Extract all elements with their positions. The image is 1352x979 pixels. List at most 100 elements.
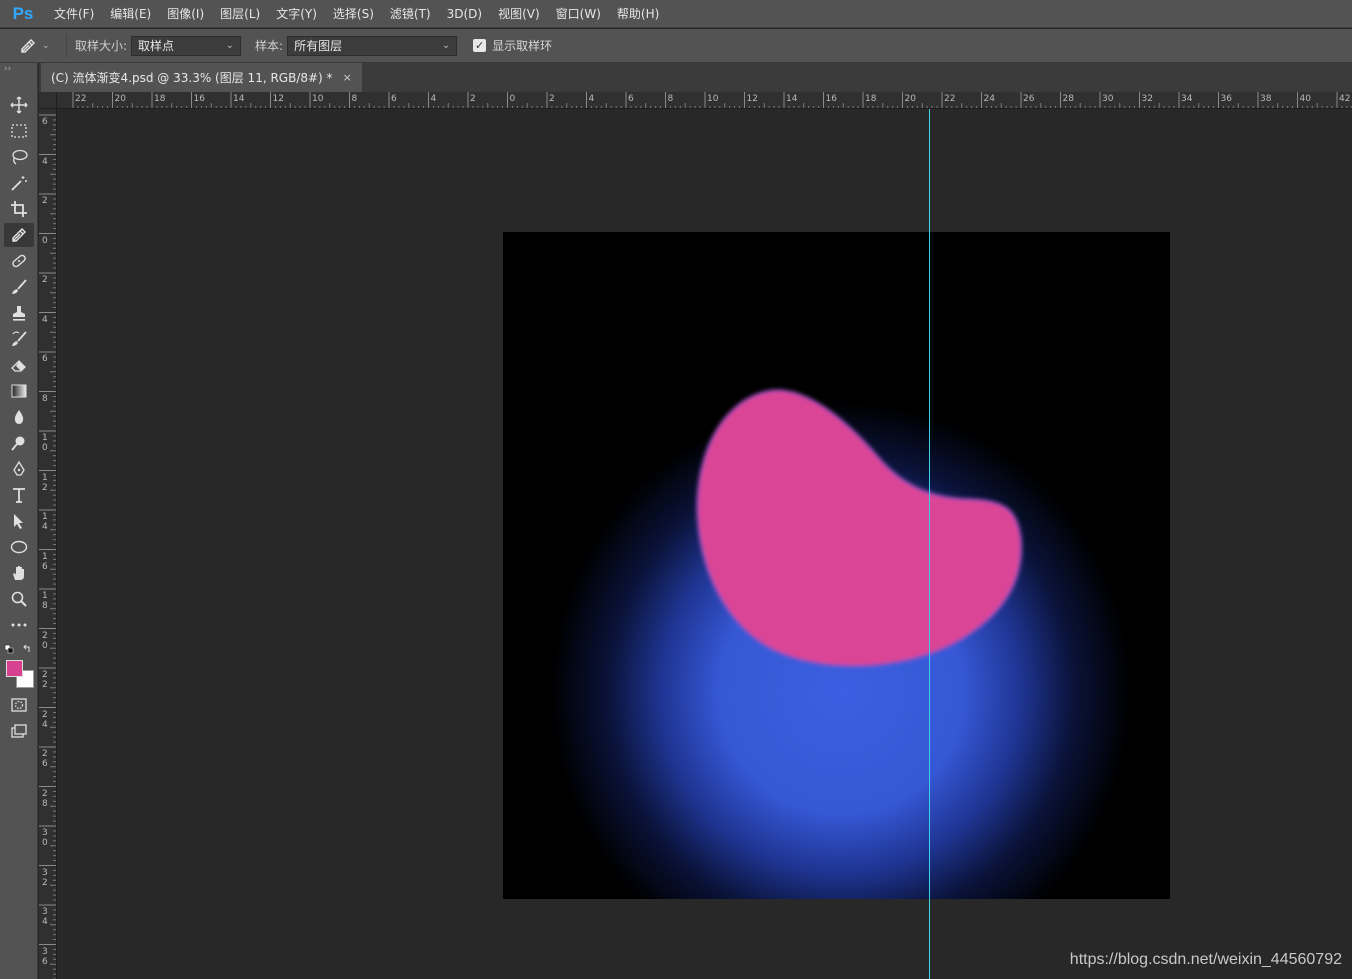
quick-mask-button[interactable] xyxy=(4,693,34,717)
show-sampling-ring-checkbox[interactable]: ✓ 显示取样环 xyxy=(473,37,552,54)
marquee-tool[interactable] xyxy=(4,119,34,143)
menu-select[interactable]: 选择(S) xyxy=(325,0,382,28)
menu-filter[interactable]: 滤镜(T) xyxy=(382,0,439,28)
hand-tool[interactable] xyxy=(4,561,34,585)
document-canvas[interactable] xyxy=(503,232,1170,899)
screen-mode-button[interactable] xyxy=(4,719,34,743)
tools-panel: ›› xyxy=(0,63,38,979)
ruler-tick-label: 14 xyxy=(233,94,245,104)
move-tool[interactable] xyxy=(4,93,34,117)
panel-collapse-icon[interactable]: ›› xyxy=(0,63,37,75)
sample-size-label: 取样大小: xyxy=(75,39,128,53)
ellipse-icon xyxy=(10,540,28,554)
zoom-icon xyxy=(11,591,27,607)
menu-window[interactable]: 窗口(W) xyxy=(548,0,609,28)
eyedropper-icon xyxy=(12,228,26,242)
healing-brush-tool[interactable] xyxy=(4,249,34,273)
eyedropper-tool[interactable] xyxy=(4,223,34,247)
type-tool[interactable] xyxy=(4,483,34,507)
photoshop-logo: Ps xyxy=(12,3,34,23)
brush-tool[interactable] xyxy=(4,275,34,299)
menu-layer[interactable]: 图层(L) xyxy=(212,0,268,28)
crop-tool[interactable] xyxy=(4,197,34,221)
tool-preset-picker[interactable]: ⌄ xyxy=(18,33,58,59)
history-brush-tool[interactable] xyxy=(4,327,34,351)
ruler-tick-label: 16 xyxy=(193,94,205,104)
foreground-color-swatch[interactable] xyxy=(6,660,23,677)
color-swatches xyxy=(4,656,36,692)
menu-image[interactable]: 图像(I) xyxy=(159,0,212,28)
ruler-tick-label: 28 xyxy=(1062,94,1074,104)
menu-3d[interactable]: 3D(D) xyxy=(439,0,490,28)
eraser-tool[interactable] xyxy=(4,353,34,377)
ruler-origin[interactable] xyxy=(39,92,57,109)
vertical-ruler[interactable]: 6 4 2 0 2 4 6 8 10 12 14 16 18 20 22 24 26 28 30 32 34 36 xyxy=(39,109,57,979)
ruler-tick-label: 26 xyxy=(42,749,48,769)
move-icon xyxy=(10,96,28,114)
pen-tool[interactable] xyxy=(4,457,34,481)
sample-size-value: 取样点 xyxy=(138,39,175,53)
ruler-tick-label: 4 xyxy=(42,156,48,167)
type-icon xyxy=(13,488,25,503)
arrow-icon xyxy=(14,514,23,529)
ruler-tick-label: 4 xyxy=(588,94,595,104)
zoom-tool[interactable] xyxy=(4,587,34,611)
lasso-tool[interactable] xyxy=(4,145,34,169)
sample-value: 所有图层 xyxy=(294,39,343,53)
ruler-tick-label: 6 xyxy=(42,354,48,364)
stamp-tool[interactable] xyxy=(4,301,34,325)
horizontal-ruler[interactable]: 22 20 18 16 14 12 10 8 6 4 2 0 2 4 6 8 10 12 14 16 18 20 22 24 2… xyxy=(57,92,1352,109)
ruler-tick-label: 40 xyxy=(1299,94,1311,104)
horizontal-ruler-ticks xyxy=(72,92,1352,108)
blur-tool[interactable] xyxy=(4,405,34,429)
ellipse-tool[interactable] xyxy=(4,535,34,559)
sample-size-select[interactable]: 取样点 ⌄ xyxy=(131,35,242,56)
ruler-tick-label: 24 xyxy=(42,709,48,730)
ruler-tick-label: 24 xyxy=(983,94,995,104)
ruler-tick-label: 28 xyxy=(42,788,48,809)
menu-type[interactable]: 文字(Y) xyxy=(268,0,325,28)
ruler-tick-label: 22 xyxy=(944,94,956,104)
canvas-area[interactable] xyxy=(57,109,1352,979)
ruler-tick-label: 34 xyxy=(1181,94,1193,104)
magic-wand-tool[interactable] xyxy=(4,171,34,195)
photoshop-window: Ps 文件(F) 编辑(E) 图像(I) 图层(L) 文字(Y) 选择(S) 滤… xyxy=(0,0,1352,979)
ruler-tick-label: 2 xyxy=(42,196,48,206)
ruler-tick-label: 6 xyxy=(42,117,48,127)
gradient-tool[interactable] xyxy=(4,379,34,403)
drop-icon xyxy=(14,410,24,424)
rect-marquee-icon xyxy=(11,124,27,138)
brush-icon xyxy=(12,279,27,294)
menu-file[interactable]: 文件(F) xyxy=(46,0,102,28)
dodge-icon xyxy=(11,436,25,451)
close-icon[interactable]: × xyxy=(343,71,352,84)
ruler-tick-label: 30 xyxy=(1102,94,1114,104)
ruler-tick-label: 18 xyxy=(42,591,48,611)
ruler-tick-label: 14 xyxy=(786,94,798,104)
dodge-tool[interactable] xyxy=(4,431,34,455)
history-brush-icon xyxy=(12,331,27,346)
bandage-icon xyxy=(12,254,26,268)
options-bar: ⌄ 取样大小: 取样点 ⌄ 样本: 所有图层 ⌄ ✓ 显示取样环 xyxy=(0,29,1352,63)
menu-edit[interactable]: 编辑(E) xyxy=(102,0,159,28)
default-colors-icon[interactable] xyxy=(4,644,34,656)
sample-select[interactable]: 所有图层 ⌄ xyxy=(287,35,458,56)
chevron-down-icon: ⌄ xyxy=(42,40,50,51)
ruler-tick-label: 0 xyxy=(42,235,48,246)
ruler-tick-label: 34 xyxy=(42,907,48,927)
ruler-tick-label: 18 xyxy=(865,94,877,104)
menu-help[interactable]: 帮助(H) xyxy=(609,0,667,28)
ruler-tick-label: 2 xyxy=(549,94,555,104)
menu-view[interactable]: 视图(V) xyxy=(490,0,548,28)
screen-mode-icon xyxy=(11,724,27,738)
more-tools[interactable] xyxy=(4,613,34,637)
vertical-guide[interactable] xyxy=(929,109,930,979)
document-tab[interactable]: (C) 流体渐变4.psd @ 33.3% (图层 11, RGB/8#) * … xyxy=(41,63,362,92)
ruler-tick-label: 10 xyxy=(707,94,719,104)
path-selection-tool[interactable] xyxy=(4,509,34,533)
ruler-tick-label: 20 xyxy=(42,630,48,651)
ruler-tick-label: 16 xyxy=(42,551,48,572)
ruler-tick-label: 32 xyxy=(1141,94,1153,104)
ruler-tick-label: 20 xyxy=(114,94,126,104)
ruler-tick-label: 36 xyxy=(42,946,48,967)
